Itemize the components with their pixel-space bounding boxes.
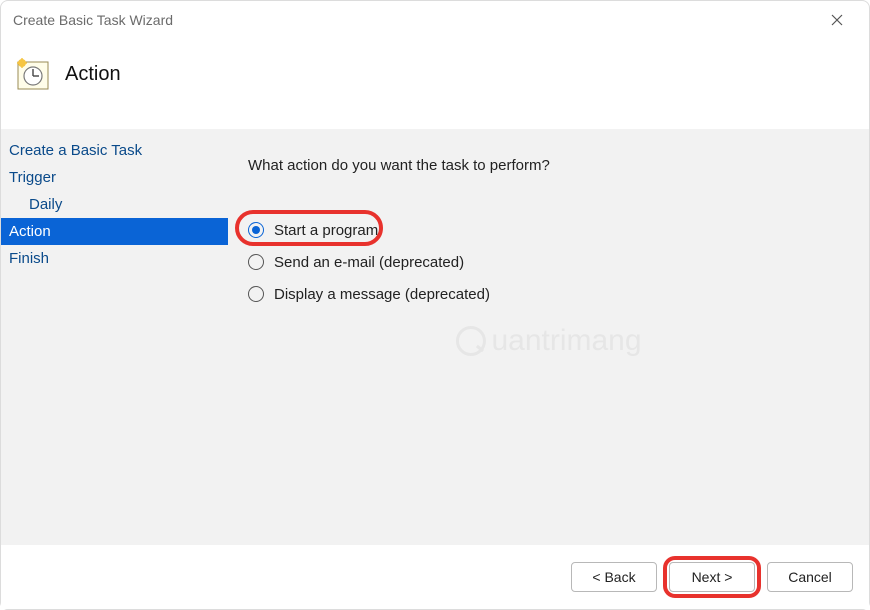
sidebar-item-label: Create a Basic Task — [9, 142, 142, 159]
radio-label-display-message[interactable]: Display a message (deprecated) — [274, 286, 490, 303]
radio-label-start-program[interactable]: Start a program — [274, 222, 378, 239]
sidebar-item-daily[interactable]: Daily — [1, 191, 228, 218]
sidebar-item-trigger[interactable]: Trigger — [1, 164, 228, 191]
back-button[interactable]: < Back — [571, 562, 657, 592]
prompt-text: What action do you want the task to perf… — [248, 157, 849, 174]
sidebar-item-label: Daily — [29, 196, 62, 213]
radio-label-send-email[interactable]: Send an e-mail (deprecated) — [274, 254, 464, 271]
radio-send-email[interactable] — [248, 254, 264, 270]
wizard-window: Create Basic Task Wizard Action — [0, 0, 870, 610]
watermark-text: uantrimang — [491, 324, 641, 358]
clock-task-icon — [15, 56, 51, 92]
close-icon — [831, 14, 843, 26]
sidebar-item-label: Action — [9, 223, 51, 240]
close-button[interactable] — [817, 5, 857, 35]
content-panel: What action do you want the task to perf… — [228, 129, 869, 545]
sidebar-item-action[interactable]: Action — [1, 218, 228, 245]
titlebar: Create Basic Task Wizard — [1, 1, 869, 39]
watermark: uantrimang — [455, 324, 641, 358]
header: Action — [1, 39, 869, 109]
button-label: Cancel — [788, 569, 832, 585]
cancel-button[interactable]: Cancel — [767, 562, 853, 592]
button-label: Next > — [692, 569, 733, 585]
radio-display-message[interactable] — [248, 286, 264, 302]
sidebar-item-finish[interactable]: Finish — [1, 245, 228, 272]
next-button[interactable]: Next > — [669, 562, 755, 592]
sidebar: Create a Basic Task Trigger Daily Action… — [1, 129, 228, 545]
watermark-q-icon — [455, 326, 485, 356]
sidebar-item-label: Finish — [9, 250, 49, 267]
radio-dot-icon — [252, 226, 260, 234]
radio-row-send-email[interactable]: Send an e-mail (deprecated) — [248, 246, 849, 278]
button-bar: < Back Next > Cancel — [1, 545, 869, 609]
body: Create a Basic Task Trigger Daily Action… — [1, 129, 869, 545]
sidebar-item-create-basic-task[interactable]: Create a Basic Task — [1, 137, 228, 164]
page-title: Action — [65, 63, 121, 86]
button-label: < Back — [592, 569, 635, 585]
sidebar-item-label: Trigger — [9, 169, 56, 186]
window-title: Create Basic Task Wizard — [13, 12, 817, 28]
radio-row-start-program[interactable]: Start a program — [248, 214, 849, 246]
radio-row-display-message[interactable]: Display a message (deprecated) — [248, 278, 849, 310]
radio-start-program[interactable] — [248, 222, 264, 238]
